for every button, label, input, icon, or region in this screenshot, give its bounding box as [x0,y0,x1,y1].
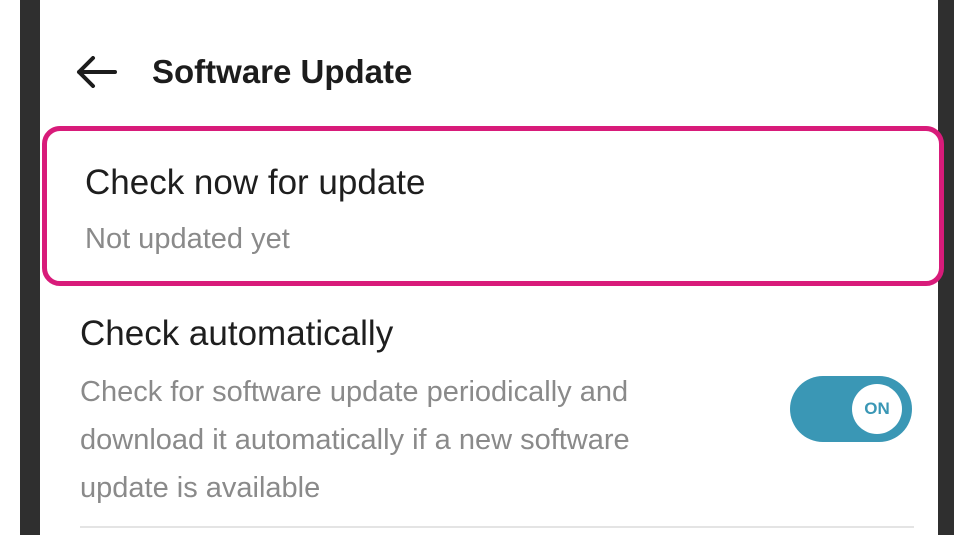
arrow-left-icon [77,56,117,88]
phone-frame: Software Update Check now for update Not… [0,0,976,535]
phone-bezel-left [20,0,40,535]
app-bar: Software Update [40,36,938,108]
back-button[interactable] [68,48,124,96]
check-automatically-item[interactable]: Check automatically Check for software u… [40,300,938,525]
check-automatically-title: Check automatically [80,314,394,353]
check-now-subtitle: Not updated yet [85,223,290,255]
page-title: Software Update [152,53,413,90]
auto-update-toggle[interactable]: ON [790,376,912,442]
outer-margin-left [0,0,20,535]
toggle-knob: ON [852,384,902,434]
check-automatically-description: Check for software update periodically a… [80,376,630,504]
list-divider [80,526,914,528]
check-now-title: Check now for update [85,163,426,202]
software-update-screen: Software Update Check now for update Not… [40,0,944,535]
outer-margin-right [954,0,976,535]
check-now-for-update-item[interactable]: Check now for update Not updated yet [42,126,944,286]
